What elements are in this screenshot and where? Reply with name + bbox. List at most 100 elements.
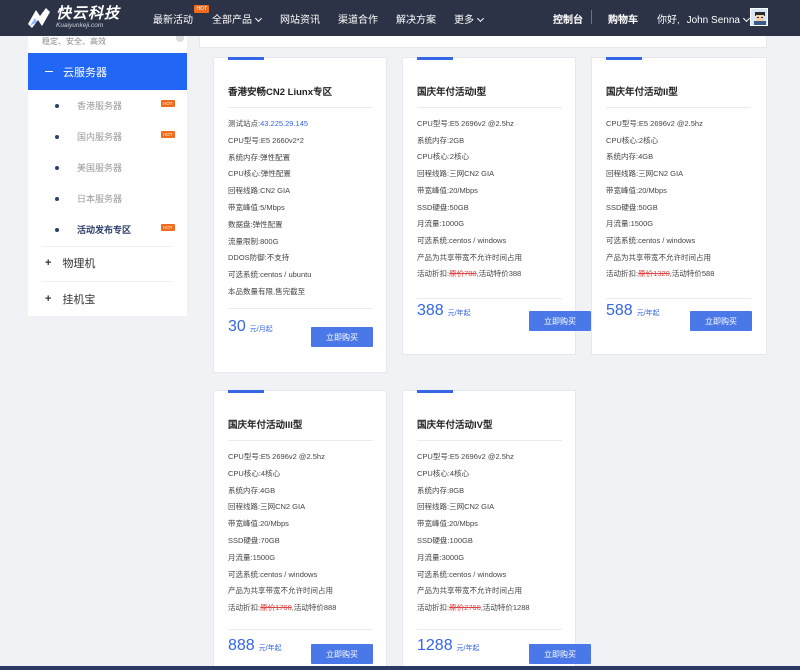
spec-label: 可选系统: [606, 235, 639, 245]
spec-value: 1500G [630, 219, 654, 229]
product-card: 国庆年付活动IV型 CPU型号:E5 2696v2 @2.5hz CPU核心:4核心… [402, 390, 591, 670]
nav-item-more[interactable]: 更多 [454, 11, 485, 26]
spec-label: 产品为共享带宽不允许时间占用 [228, 586, 333, 596]
avatar[interactable] [750, 8, 768, 26]
spec-label: SSD硬盘: [417, 202, 450, 212]
spec-label: 产品为共享带宽不允许时间占用 [417, 252, 522, 262]
sidebar-subitem-domestic[interactable]: 国内服务器 HOT [28, 121, 187, 152]
console-link[interactable]: 控制台 [553, 11, 583, 26]
user-menu[interactable]: 你好, John Senna [657, 11, 750, 26]
collapse-icon[interactable] [176, 36, 184, 42]
bullet-icon [55, 165, 59, 170]
price-unit: 元/年起 [447, 310, 471, 317]
original-price: 原价788 [449, 269, 477, 279]
product-card: 国庆年付活动I型 CPU型号:E5 2696v2 @2.5hz 系统内存:2GB CP… [402, 57, 591, 355]
price: 388 元/年起 [417, 302, 471, 320]
sidebar-subitem-japan[interactable]: 日本服务器 [28, 183, 187, 214]
sidebar-subitem-hongkong[interactable]: 香港服务器 HOT [28, 90, 187, 121]
sidebar-item-physical[interactable]: + 物理机 [28, 245, 187, 281]
price: 888 元/年起 [228, 637, 282, 655]
sidebar-subitem-us[interactable]: 美国服务器 [28, 152, 187, 183]
divider [606, 107, 751, 108]
spec-row: 带宽峰值:20/Mbps [228, 518, 289, 529]
nav-item-solutions[interactable]: 解决方案 [396, 11, 436, 26]
spec-label: 带宽峰值: [228, 519, 261, 529]
spec-row: 系统内存:弹性配置 [228, 152, 290, 163]
spec-value: 20/Mbps [449, 185, 478, 195]
spec-row: 活动折扣:原价1320,活动特价588 [606, 268, 714, 279]
spec-value: 100GB [449, 536, 473, 545]
spec-label: 本品数量有限, [228, 287, 276, 296]
spec-row: DDOS防御:不支持 [228, 252, 289, 263]
spec-value: 1500G [252, 552, 276, 562]
spec-row: SSD硬盘:100GB [417, 535, 473, 546]
spec-label: 流量限制: [228, 236, 261, 246]
spec-row: CPU型号:E5 2696v2 @2.5hz [417, 451, 514, 462]
logo-text-en: Kuaiyunkeji.com [56, 22, 104, 30]
sidebar-item-label: 云服务器 [63, 66, 107, 79]
sidebar-subitem-promo[interactable]: 活动发布专区 HOT [28, 214, 187, 245]
test-ip-link[interactable]: 43.225.29.145 [260, 119, 308, 128]
spec-label: 带宽峰值: [417, 519, 450, 529]
spec-label: 回程线路: [417, 502, 450, 512]
sidebar-subitem-label: 国内服务器 [77, 132, 123, 142]
sidebar-item-cloud-server[interactable]: 云服务器 [28, 53, 187, 90]
sidebar-subitem-label: 香港服务器 [77, 101, 123, 111]
spec-value: E5 2660v2*2 [260, 135, 304, 145]
buy-now-button[interactable]: 立即购买 [311, 327, 373, 347]
chevron-down-icon [742, 14, 750, 23]
spec-value: 弹性配置 [252, 219, 283, 229]
price-unit: 元/年起 [456, 645, 480, 652]
spec-row: SSD硬盘:50GB [606, 202, 658, 213]
spec-value: 8GB [449, 485, 465, 495]
spec-row: 可选系统:centos / ubuntu [228, 269, 311, 280]
plus-icon: + [45, 293, 52, 305]
price: 30 元/月起 [228, 318, 273, 336]
spec-row: CPU核心:2核心 [606, 135, 658, 146]
spec-row: 月流量:3000G [417, 552, 464, 563]
divider [417, 629, 562, 630]
spec-label: 带宽峰值: [417, 185, 450, 195]
card-title: 香港安畅CN2 Liunx专区 [228, 87, 332, 98]
site-logo[interactable]: 快云科技 Kuaiyunkeji.com [26, 4, 126, 32]
price-value: 1288 [417, 637, 453, 654]
buy-now-button[interactable]: 立即购买 [529, 311, 591, 331]
spec-label: SSD硬盘: [228, 536, 261, 545]
spec-row: 系统内存:4GB [606, 151, 653, 162]
nav-item-channel[interactable]: 渠道合作 [338, 11, 378, 26]
logo-icon [26, 6, 52, 30]
spec-row: 系统内存:4GB [228, 485, 275, 496]
nav-item-news[interactable]: 网站资讯 [280, 11, 320, 26]
sidebar-tagline: 稳定、安全、高效 [42, 37, 106, 46]
price-value: 30 [228, 318, 246, 335]
spec-value: E5 2696v2 @2.5hz [260, 452, 325, 461]
divider [228, 440, 373, 441]
spec-label: 带宽峰值: [228, 203, 261, 212]
buy-now-button[interactable]: 立即购买 [311, 644, 373, 664]
buy-now-button[interactable]: 立即购买 [690, 311, 752, 331]
card-accent-bar [228, 390, 264, 393]
spec-row: 系统内存:8GB [417, 485, 464, 496]
spec-value: 4GB [260, 485, 276, 495]
spec-value: centos / windows [449, 569, 507, 579]
spec-value: 2核心 [638, 135, 659, 145]
spec-row: 系统内存:2GB [417, 135, 464, 146]
spec-value: E5 2696v2 @2.5hz [449, 452, 514, 461]
spec-row: 带宽峰值:20/Mbps [417, 185, 478, 196]
spec-value: 4GB [638, 152, 654, 162]
spec-row: 本品数量有限,售完截至 [228, 286, 305, 297]
spec-value: 50GB [449, 202, 469, 212]
sidebar-item-hosting[interactable]: + 挂机宝 [28, 281, 187, 317]
original-price: 原价1760 [260, 603, 292, 613]
spec-value: centos / windows [449, 235, 507, 245]
nav-item-latest[interactable]: 最新活动 HOT [153, 5, 209, 26]
spec-value: E5 2696v2 @2.5hz [449, 119, 514, 128]
card-title: 国庆年付活动III型 [228, 420, 303, 431]
chevron-down-icon [476, 14, 485, 23]
cart-link[interactable]: 购物车 [608, 11, 638, 26]
buy-now-button[interactable]: 立即购买 [529, 644, 591, 664]
spec-label: CPU核心: [228, 468, 261, 478]
nav-item-products[interactable]: 全部产品 [212, 11, 263, 26]
spec-row: CPU型号:E5 2696v2 @2.5hz [228, 451, 325, 462]
spec-value: 不支持 [266, 253, 290, 263]
